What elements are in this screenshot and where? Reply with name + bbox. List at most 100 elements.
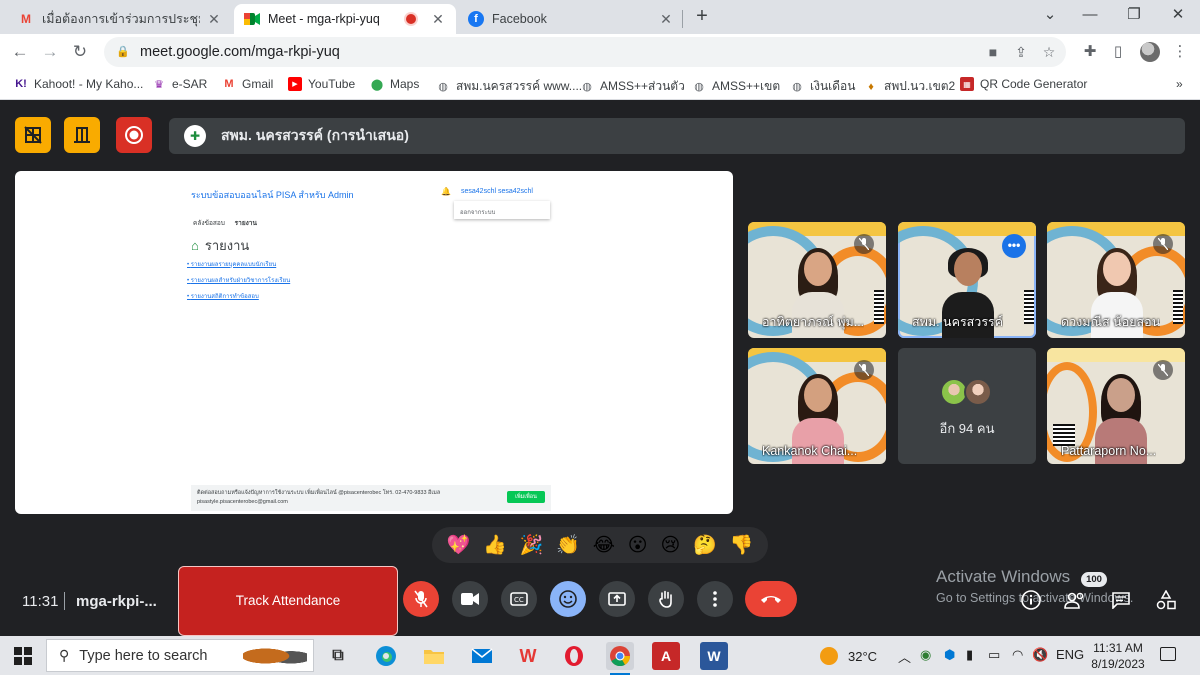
app-tray-icon[interactable]: ◉ (920, 647, 931, 663)
bookmark-spp-area2[interactable]: ♦ สพป.นว.เขต2 (864, 77, 955, 96)
bookmarks-overflow-button[interactable]: » (1176, 77, 1183, 91)
record-icon (125, 126, 143, 144)
task-view-icon[interactable]: ⧉ (324, 642, 352, 670)
meeting-code[interactable]: mga-rkpi-... (76, 593, 157, 610)
tab-search-button[interactable]: ⌄ (1030, 4, 1070, 26)
extensions-puzzle-icon[interactable]: ✚ (1080, 43, 1100, 61)
close-tab-icon[interactable]: ✕ (206, 11, 222, 28)
notifications-icon[interactable] (1160, 647, 1176, 661)
bookmark-amss-personal[interactable]: ◍ AMSS++ส่วนตัว (580, 77, 685, 96)
wifi-icon[interactable]: ◠ (1012, 647, 1023, 663)
system-clock[interactable]: 11:31 AM 8/19/2023 (1090, 640, 1146, 672)
tab-gmail-invite[interactable]: M เมื่อต้องการเข้าร่วมการประชุมทางวิดีโอ… (8, 4, 232, 34)
present-screen-button[interactable] (599, 581, 635, 617)
participant-tile[interactable]: ดวงมณีส น้อยสอน (1047, 222, 1185, 338)
participant-tile[interactable]: Kankanok Chai... (748, 348, 886, 464)
windows-start-icon[interactable] (14, 647, 32, 665)
reaction-thinking[interactable]: 🤔 (693, 533, 717, 557)
forward-arrow-icon[interactable]: → (38, 40, 62, 64)
input-language[interactable]: ENG (1056, 647, 1084, 662)
new-tab-button[interactable]: + (692, 6, 712, 26)
kahoot-icon: K! (15, 78, 27, 90)
back-arrow-icon[interactable]: ← (8, 40, 32, 64)
bookmark-gmail[interactable]: M Gmail (222, 77, 273, 91)
file-explorer-icon[interactable] (420, 642, 448, 670)
bookmark-esar[interactable]: ♛ e-SAR (152, 77, 207, 91)
bookmark-youtube[interactable]: ▶ YouTube (288, 77, 355, 91)
minimize-button[interactable]: — (1070, 4, 1110, 26)
microphone-tray-icon[interactable]: ▮ (966, 647, 973, 663)
others-tile[interactable]: อีก 94 คน (898, 348, 1036, 464)
reaction-heart[interactable]: 💖 (446, 533, 470, 557)
show-hidden-icons-icon[interactable]: ︿ (898, 647, 911, 666)
more-options-button[interactable] (697, 581, 733, 617)
mail-icon[interactable] (468, 642, 496, 670)
battery-icon[interactable]: ▭ (988, 647, 1000, 663)
door-button[interactable] (64, 117, 100, 153)
tab-meet[interactable]: Meet - mga-rkpi-yuq ✕ (234, 4, 456, 34)
close-window-button[interactable]: ✕ (1158, 4, 1198, 26)
bookmark-amss-area[interactable]: ◍ AMSS++เขต (692, 77, 780, 96)
participant-tile[interactable]: Pattaraporn No... (1047, 348, 1185, 464)
people-button[interactable] (1064, 589, 1086, 611)
weather-widget[interactable]: 32°C (820, 647, 877, 665)
activities-button[interactable] (1155, 589, 1177, 611)
camera-toggle-button[interactable] (452, 581, 488, 617)
reaction-laugh[interactable]: 😂 (593, 534, 615, 557)
reaction-party[interactable]: 🎉 (520, 533, 544, 557)
qr-code (1024, 290, 1034, 324)
share-icon[interactable]: ⇪ (1012, 44, 1030, 60)
volume-muted-icon[interactable]: 🔇 (1032, 647, 1048, 663)
participant-tile[interactable]: ••• สพม. นครสวรรค์ (898, 222, 1036, 338)
recording-button[interactable] (116, 117, 152, 153)
close-tab-icon[interactable]: ✕ (430, 11, 446, 28)
restore-button[interactable]: ❐ (1114, 4, 1154, 26)
close-tab-icon[interactable]: ✕ (658, 11, 674, 28)
side-panel-icon[interactable]: ▯ (1108, 43, 1128, 61)
chrome-icon[interactable] (606, 642, 634, 675)
raise-hand-button[interactable] (648, 581, 684, 617)
word-icon[interactable]: W (700, 642, 728, 670)
presenter-logo-icon: ✚ (184, 125, 206, 147)
camera-in-use-icon[interactable]: ■ (984, 44, 1002, 60)
captions-button[interactable]: CC (501, 581, 537, 617)
track-attendance-button[interactable]: Track Attendance (178, 566, 398, 636)
wps-office-icon[interactable]: W (514, 642, 542, 670)
shared-screen[interactable]: ระบบข้อสอบออนไลน์ PISA สำหรับ Admin 🔔 se… (15, 171, 733, 514)
profile-avatar[interactable] (1140, 42, 1160, 62)
search-icon: ⚲ (59, 647, 70, 663)
reaction-clap[interactable]: 👏 (556, 533, 580, 557)
reaction-thumbs-up[interactable]: 👍 (483, 533, 507, 557)
taskbar-search[interactable]: ⚲ Type here to search (46, 639, 314, 672)
tab-facebook[interactable]: f Facebook ✕ (458, 4, 684, 34)
grid-off-button[interactable] (15, 117, 51, 153)
bookmark-qr-generator[interactable]: ▦ QR Code Generator (960, 77, 1087, 91)
address-bar[interactable]: 🔒 meet.google.com/mga-rkpi-yuq ■ ⇪ ☆ (104, 37, 1066, 67)
reload-icon[interactable]: ↻ (68, 40, 92, 64)
bookmark-spm-nakhonsawan[interactable]: ◍ สพม.นครสวรรค์ www.... (436, 77, 582, 96)
chat-button[interactable] (1110, 589, 1132, 611)
acrobat-icon[interactable]: A (652, 642, 680, 670)
bookmark-maps[interactable]: ⬤ Maps (370, 77, 420, 91)
reaction-surprised[interactable]: 😮 (628, 534, 648, 557)
more-options-icon[interactable]: ••• (1002, 234, 1026, 258)
leave-call-button[interactable] (745, 581, 797, 617)
meeting-time: 11:31 (22, 593, 59, 610)
url-text[interactable]: meet.google.com/mga-rkpi-yuq (140, 44, 340, 60)
meeting-details-button[interactable] (1020, 589, 1042, 611)
reaction-thumbs-down[interactable]: 👎 (730, 533, 754, 557)
opera-icon[interactable] (560, 642, 588, 670)
edge-icon[interactable] (372, 642, 400, 670)
bookmark-salary[interactable]: ◍ เงินเดือน (790, 77, 855, 96)
participant-tile[interactable]: อาทิตยาภรณ์ พุ่ม... (748, 222, 886, 338)
bookmark-star-icon[interactable]: ☆ (1040, 44, 1058, 60)
menu-kebab-icon[interactable]: ⋮ (1170, 43, 1190, 61)
bookmark-kahoot[interactable]: K! Kahoot! - My Kaho... (14, 77, 143, 91)
reaction-sad[interactable]: 😢 (660, 534, 680, 557)
vpn-tray-icon[interactable]: ⬢ (944, 647, 955, 663)
mic-toggle-button[interactable] (403, 581, 439, 617)
lock-icon[interactable]: 🔒 (116, 45, 130, 59)
reactions-button[interactable] (550, 581, 586, 617)
tab-separator (682, 10, 683, 28)
participant-count-badge: 100 (1081, 572, 1107, 587)
